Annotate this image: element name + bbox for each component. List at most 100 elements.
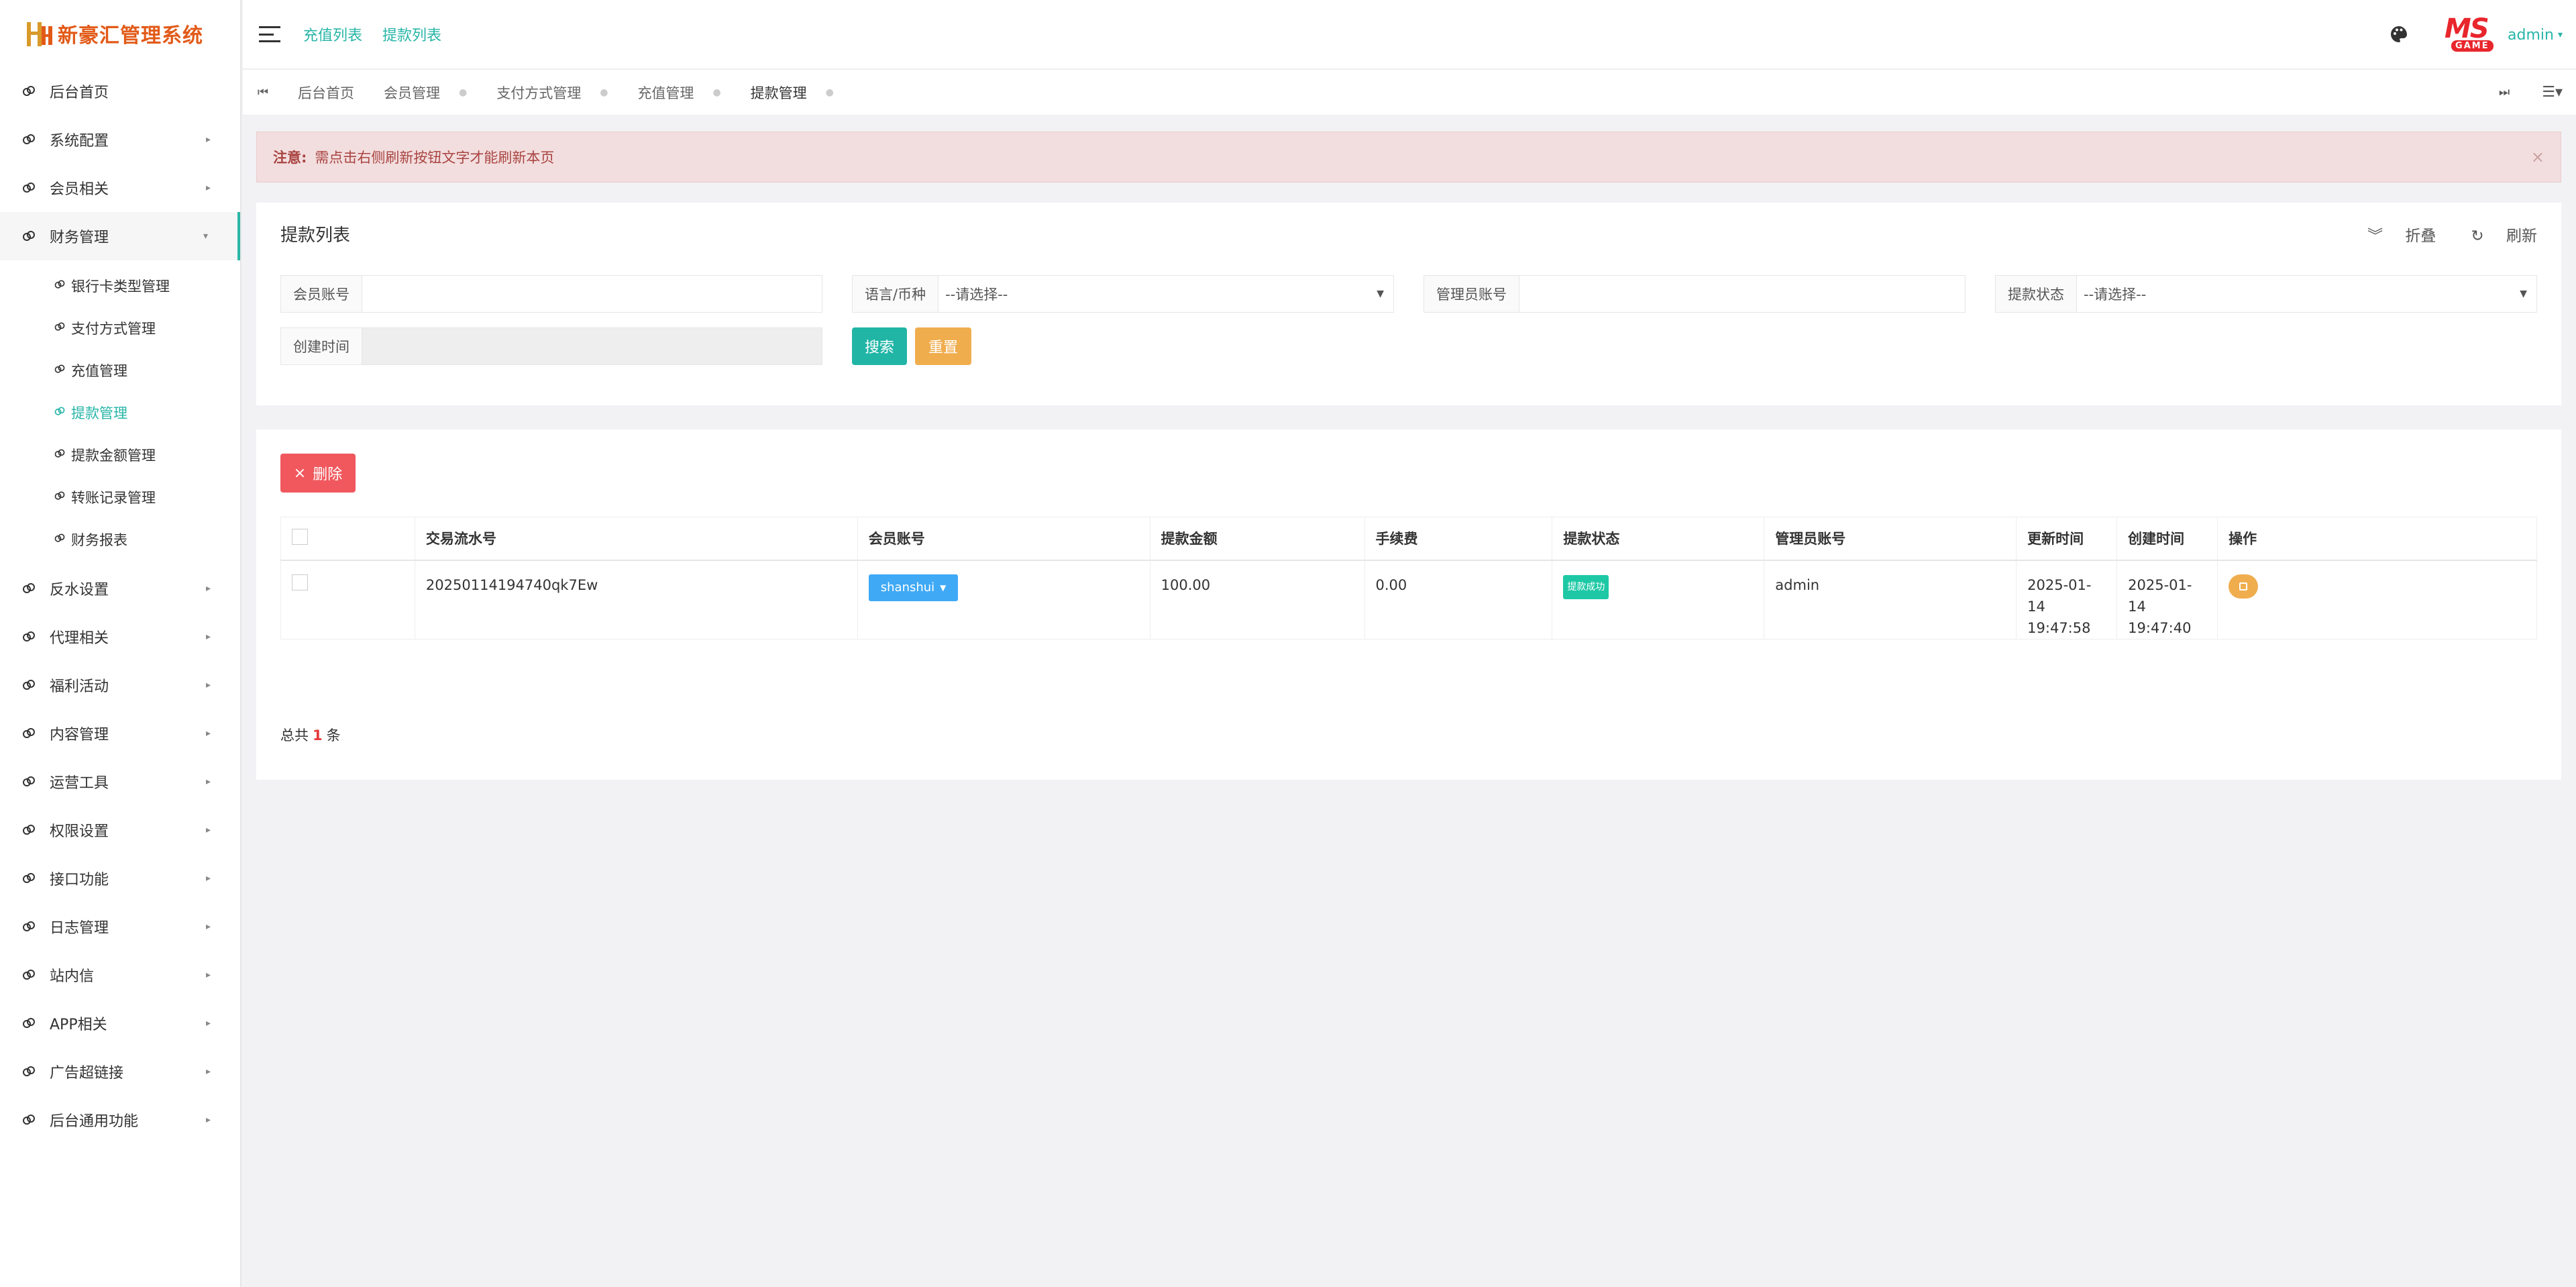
column-header[interactable]: 交易流水号 (414, 517, 858, 561)
subnav-item-transfer-records[interactable]: 转账记录管理 (0, 476, 240, 518)
serial-cell: 20250114194740qk7Ew (414, 560, 858, 639)
chevron-right-icon: ▸ (205, 631, 211, 642)
sidebar-item-ops-tools[interactable]: 运营工具 ▸ (0, 758, 240, 806)
sidebar-item-home[interactable]: 后台首页 (0, 67, 240, 115)
sidebar-item-inbox[interactable]: 站内信 ▸ (0, 951, 240, 999)
palette-icon[interactable] (2390, 25, 2410, 45)
sidebar-item-label: 运营工具 (50, 775, 109, 792)
subnav-item-withdrawal-amounts[interactable]: 提款金额管理 (0, 433, 240, 476)
tab-home[interactable]: 后台首页 (283, 83, 369, 103)
top-link-recharge-list[interactable]: 充值列表 (303, 23, 362, 45)
column-header[interactable]: 更新时间 (2016, 517, 2118, 561)
caret-down-icon: ▼ (940, 582, 947, 593)
row-checkbox[interactable] (292, 574, 308, 590)
sidebar-item-ad-links[interactable]: 广告超链接 ▸ (0, 1047, 240, 1096)
close-icon[interactable]: ● (459, 87, 467, 98)
sidebar-nav: 后台首页 系统配置 ▸ 会员相关 ▸ 财务管理 ▾ (0, 67, 240, 260)
close-icon[interactable]: ● (600, 87, 608, 98)
top-link-withdraw-list[interactable]: 提款列表 (382, 23, 441, 45)
sidebar-item-common[interactable]: 后台通用功能 ▸ (0, 1096, 240, 1144)
link-icon (20, 773, 38, 790)
link-icon (54, 363, 68, 378)
search-button[interactable]: 搜索 (852, 327, 907, 365)
member-account-input[interactable] (362, 276, 822, 312)
tabs-menu-icon[interactable]: ☰▾ (2542, 84, 2563, 101)
link-icon (54, 321, 68, 336)
sidebar-item-logs[interactable]: 日志管理 ▸ (0, 903, 240, 951)
sidebar-item-members[interactable]: 会员相关 ▸ (0, 164, 240, 212)
field-label: 语言/币种 (853, 276, 939, 312)
scroll-left-icon[interactable]: ⏮ (243, 85, 283, 99)
column-header[interactable]: 提款状态 (1552, 517, 1765, 561)
column-header[interactable]: 创建时间 (2116, 517, 2218, 561)
sidebar-item-agents[interactable]: 代理相关 ▸ (0, 613, 240, 661)
sidebar-item-permissions[interactable]: 权限设置 ▸ (0, 806, 240, 854)
tab-member-management[interactable]: 会员管理 ● (369, 83, 482, 103)
filter-panel: 提款列表 ︾ 折叠 ↻ 刷新 会员账号 语言/币种 --请选择-- ▼ 管理员账号… (256, 203, 2561, 405)
close-icon[interactable]: ● (712, 87, 720, 98)
member-dropdown-button[interactable]: shanshui ▼ (868, 574, 959, 601)
chevron-right-icon: ▸ (205, 728, 211, 739)
subnav-item-label: 银行卡类型管理 (71, 278, 170, 295)
brand-logo: MS GAME (2445, 13, 2498, 55)
scroll-right-icon[interactable]: ⏭ (2499, 85, 2510, 99)
reset-button[interactable]: 重置 (915, 327, 971, 365)
caret-down-icon: ▼ (1377, 289, 1384, 299)
subnav-item-label: 支付方式管理 (71, 320, 156, 337)
tab-payment-methods[interactable]: 支付方式管理 ● (482, 83, 623, 103)
caret-down-icon: ▾ (2557, 30, 2563, 40)
double-chevron-down-icon: ︾ (2367, 227, 2383, 245)
column-header[interactable]: 提款金额 (1149, 517, 1365, 561)
sidebar-item-label: 会员相关 (50, 181, 109, 198)
subnav-item-recharge[interactable]: 充值管理 (0, 349, 240, 391)
admin-account-input[interactable] (1519, 276, 1965, 312)
menu-toggle-icon[interactable] (259, 26, 280, 42)
tab-recharge[interactable]: 充值管理 ● (623, 83, 735, 103)
finance-subnav: 银行卡类型管理 支付方式管理 充值管理 提款管理 提款金额管理 转账记录管理 财… (0, 260, 240, 564)
edit-button[interactable] (2229, 574, 2259, 599)
member-cell: shanshui ▼ (857, 560, 1150, 639)
sidebar-item-finance[interactable]: 财务管理 ▾ (0, 212, 240, 260)
sidebar-item-api[interactable]: 接口功能 ▸ (0, 854, 240, 903)
link-icon (20, 966, 38, 984)
collapse-button[interactable]: ︾ 折叠 (2350, 223, 2436, 246)
link-icon (54, 405, 68, 420)
subnav-item-bank-card-types[interactable]: 银行卡类型管理 (0, 264, 240, 307)
field-label: 提款状态 (1996, 276, 2077, 312)
column-header[interactable]: 操作 (2217, 517, 2537, 561)
close-icon[interactable]: ● (826, 87, 834, 98)
subnav-item-payment-methods[interactable]: 支付方式管理 (0, 307, 240, 349)
chevron-right-icon: ▸ (205, 921, 211, 932)
sidebar-item-system-config[interactable]: 系统配置 ▸ (0, 115, 240, 164)
created-time-input[interactable] (362, 328, 822, 364)
subnav-item-withdrawals[interactable]: 提款管理 (0, 391, 240, 433)
admin-cell: admin (1764, 560, 2017, 639)
delete-button[interactable]: × 删除 (280, 454, 356, 493)
action-cell (2217, 560, 2537, 639)
chevron-right-icon: ▸ (205, 1018, 211, 1029)
sidebar-item-label: 反水设置 (50, 582, 109, 599)
sidebar-item-app[interactable]: APP相关 ▸ (0, 999, 240, 1047)
select-all-checkbox[interactable] (292, 528, 308, 545)
notice-alert: 注意: 需点击右侧刷新按钮文字才能刷新本页 × (256, 132, 2561, 183)
subnav-item-finance-report[interactable]: 财务报表 (0, 518, 240, 560)
user-menu[interactable]: admin (2508, 27, 2554, 44)
logo[interactable]: 新豪汇管理系统 (0, 0, 240, 67)
sidebar-item-label: 福利活动 (50, 678, 109, 695)
sidebar-item-label: 代理相关 (50, 630, 109, 647)
sidebar-item-content[interactable]: 内容管理 ▸ (0, 709, 240, 758)
column-header[interactable]: 管理员账号 (1764, 517, 2017, 561)
column-header[interactable]: 会员账号 (857, 517, 1150, 561)
refresh-button[interactable]: ↻ 刷新 (2453, 223, 2537, 246)
language-currency-select[interactable]: --请选择-- ▼ (938, 276, 1393, 312)
sidebar-item-rebate[interactable]: 反水设置 ▸ (0, 564, 240, 613)
close-icon[interactable]: × (2531, 148, 2544, 166)
sidebar-item-label: 系统配置 (50, 133, 109, 150)
column-header[interactable]: 手续费 (1364, 517, 1553, 561)
link-icon (20, 1063, 38, 1080)
tab-withdrawals[interactable]: 提款管理 ● (736, 83, 849, 103)
withdraw-status-select[interactable]: --请选择-- ▼ (2077, 276, 2536, 312)
sidebar-item-welfare[interactable]: 福利活动 ▸ (0, 661, 240, 709)
subnav-item-label: 充值管理 (71, 362, 127, 379)
link-icon (20, 580, 38, 597)
